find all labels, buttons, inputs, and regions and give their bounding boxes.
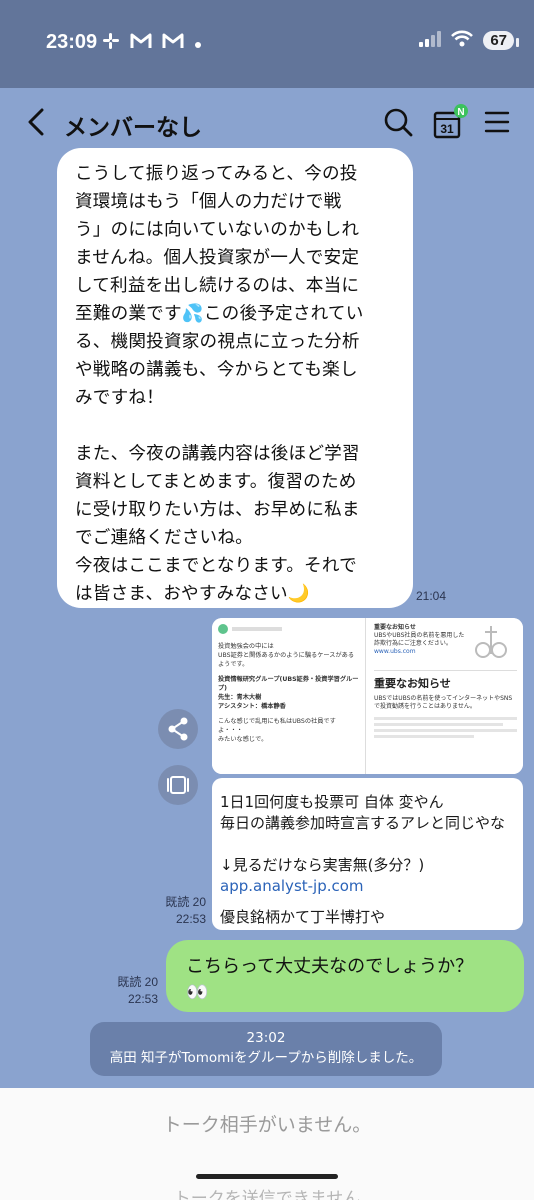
- shared-image[interactable]: 投資勉強会の中には UBS証券と関係あるかのように騙るケースがあるようです。 投…: [212, 618, 523, 774]
- home-indicator[interactable]: [196, 1174, 338, 1179]
- link[interactable]: app.analyst-jp.com: [220, 876, 515, 897]
- link-text-card[interactable]: 1日1回何度も投票可 自体 変やん 毎日の講義参加時宣言するアレと同じやな ↓見…: [212, 778, 523, 930]
- image-left-panel: 投資勉強会の中には UBS証券と関係あるかのように騙るケースがあるようです。 投…: [212, 618, 366, 774]
- menu-button[interactable]: [482, 104, 518, 140]
- slack-icon: [102, 32, 120, 55]
- footer-cutoff-text: トークを送信できません: [173, 1189, 361, 1200]
- message-time: 22:53: [127, 992, 158, 1006]
- system-time: 23:02: [246, 1030, 286, 1046]
- svg-text:N: N: [457, 107, 464, 118]
- status-time: 23:09: [46, 31, 98, 53]
- chat-title: メンバーなし: [64, 115, 202, 141]
- search-icon: [384, 108, 413, 137]
- message-text: こちらって大丈夫なのでしょうか？ 👀: [186, 956, 474, 1003]
- image-text: 先生：青木大樹: [218, 694, 262, 701]
- system-message: 23:02 高田 知子がTomomiをグループから削除しました。: [90, 1022, 442, 1076]
- hamburger-menu-icon: [484, 111, 510, 133]
- image-text: www.ubs.com: [374, 648, 416, 655]
- calendar-button[interactable]: 31 N: [432, 104, 468, 140]
- card-line: 優良銘柄かて丁半博打や: [220, 908, 386, 926]
- image-text: 重要なお知らせ: [374, 624, 416, 631]
- wifi-icon: [451, 30, 474, 51]
- system-text: 高田 知子がTomomiをグループから削除しました。: [109, 1050, 423, 1066]
- no-member-text: トーク相手がいません。: [162, 1114, 372, 1136]
- search-button[interactable]: [380, 104, 416, 140]
- image-text: みたいな感じで。: [218, 736, 268, 743]
- album-icon: [167, 776, 189, 794]
- calendar-icon: 31 N: [433, 104, 468, 139]
- incoming-message-bubble[interactable]: こうして振り返ってみると、今の投 資環境はもう「個人の力だけで戦 う」のには向い…: [57, 148, 413, 608]
- gmail-icon: [162, 32, 184, 55]
- ubs-logo: [469, 624, 517, 664]
- image-text: UBS証券と関係あるかのように騙るケースがあるようです。: [218, 652, 355, 668]
- battery-indicator: 67: [483, 31, 519, 50]
- share-button[interactable]: [158, 709, 198, 749]
- back-button[interactable]: [22, 102, 52, 142]
- avatar: [218, 624, 228, 634]
- read-receipt: 既読 20: [165, 895, 206, 909]
- gmail-icon: [130, 32, 152, 55]
- share-icon: [168, 717, 188, 741]
- chevron-left-icon: [28, 108, 44, 136]
- status-right: 67: [419, 30, 519, 51]
- album-button[interactable]: [158, 765, 198, 805]
- card-line: 1日1回何度も投票可 自体 変やん: [220, 793, 444, 811]
- image-text: UBSではUBSの名前を使ってインターネットやSNSで投資勧誘を行うことはありま…: [374, 695, 513, 710]
- svg-text:31: 31: [440, 122, 454, 136]
- notification-icons: [102, 32, 202, 55]
- card-line: 毎日の講義参加時宣言するアレと同じやな: [220, 814, 506, 832]
- image-text: こんな感じで乱用にも私はUBSの社員ですよ・・・: [218, 718, 336, 734]
- footer: トーク相手がいません。 トークを送信できません: [0, 1088, 534, 1200]
- image-text: UBSやUBS社員の名前を悪用した詐欺行為にご注意ください。: [374, 632, 465, 647]
- image-text: 投資勉強会の中には: [218, 643, 274, 650]
- message-text: こうして振り返ってみると、今の投 資環境はもう「個人の力だけで戦 う」のには向い…: [75, 164, 364, 604]
- image-text: アシスタント：橋本静香: [218, 703, 286, 710]
- dot-icon: [194, 34, 202, 54]
- message-time: 21:04: [416, 589, 447, 603]
- read-receipt: 既読 20: [117, 975, 158, 989]
- status-bar: 23:09 67: [0, 0, 534, 88]
- message-time: 22:53: [175, 912, 206, 926]
- image-heading: 重要なお知らせ: [374, 677, 451, 690]
- image-text: 投資情報研究グループ(UBS証券・投資学習グループ): [218, 676, 359, 692]
- signal-icon: [419, 30, 442, 51]
- card-line: ↓見るだけなら実害無(多分？): [220, 856, 425, 874]
- image-right-panel: 重要なお知らせ UBSやUBS社員の名前を悪用した詐欺行為にご注意ください。 w…: [368, 618, 523, 774]
- outgoing-message-bubble[interactable]: こちらって大丈夫なのでしょうか？ 👀: [166, 940, 524, 1012]
